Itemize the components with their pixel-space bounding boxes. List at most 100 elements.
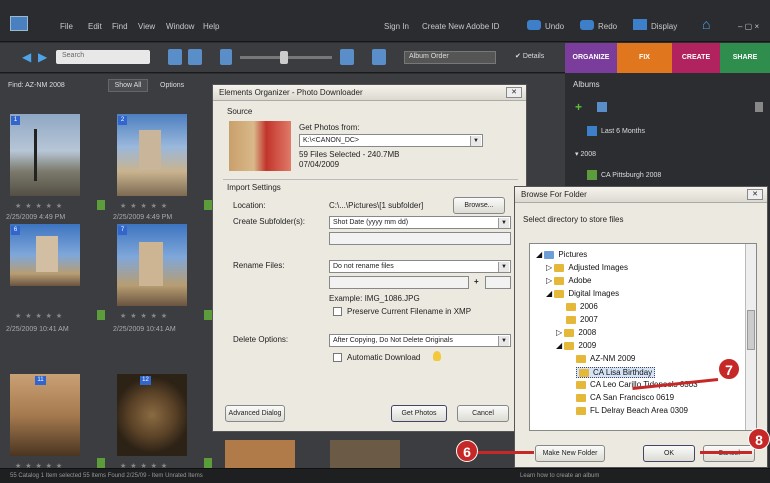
- tree-item-label: CA San Francisco 0619: [590, 393, 675, 402]
- tree-item-selected[interactable]: CA Lisa Birthday: [576, 367, 656, 378]
- details-checkbox[interactable]: ✔ Details: [515, 52, 544, 60]
- preserve-checkbox[interactable]: [333, 307, 342, 316]
- tag-icon: [204, 458, 212, 468]
- scrollbar-thumb[interactable]: [747, 310, 755, 350]
- view-grid-icon[interactable]: [168, 49, 182, 65]
- chevron-down-icon[interactable]: ▼: [498, 262, 509, 272]
- show-all-button[interactable]: Show All: [108, 79, 148, 92]
- album-group-item[interactable]: ▾ 2008: [575, 150, 596, 158]
- tree-item[interactable]: ▷ 2008: [556, 328, 596, 337]
- callout-badge: 7: [718, 358, 740, 380]
- photo-thumbnail[interactable]: [330, 440, 400, 468]
- zoom-slider-handle[interactable]: [280, 51, 288, 64]
- delete-select[interactable]: After Copying, Do Not Delete Originals ▼: [329, 334, 511, 347]
- forward-icon[interactable]: ▶: [38, 50, 47, 64]
- subfolder-select[interactable]: Shot Date (yyyy mm dd) ▼: [329, 216, 511, 229]
- album-item[interactable]: CA Pittsburgh 2008: [587, 170, 661, 180]
- rename-text-field[interactable]: [329, 276, 469, 289]
- redo-button[interactable]: Redo: [598, 22, 617, 31]
- downloader-cancel-button[interactable]: Cancel: [457, 405, 509, 422]
- tree-item[interactable]: FL Delray Beach Area 0309: [576, 406, 688, 415]
- sign-in-link[interactable]: Sign In: [384, 22, 409, 31]
- ok-button[interactable]: OK: [643, 445, 695, 462]
- undo-icon[interactable]: [527, 20, 541, 30]
- tab-organize[interactable]: ORGANIZE: [565, 43, 617, 73]
- search-field[interactable]: Search: [56, 50, 150, 64]
- tree-item[interactable]: AZ-NM 2009: [576, 354, 635, 363]
- rename-select[interactable]: Do not rename files ▼: [329, 260, 511, 273]
- menu-help[interactable]: Help: [203, 22, 219, 31]
- photo-thumbnail[interactable]: [117, 114, 187, 196]
- auto-download-checkbox[interactable]: [333, 353, 342, 362]
- rating-stars[interactable]: ★ ★ ★ ★ ★: [120, 202, 168, 210]
- add-album-icon[interactable]: +: [575, 100, 582, 114]
- large-thumb-icon[interactable]: [340, 49, 354, 65]
- search-input[interactable]: Search: [62, 52, 84, 59]
- create-id-link[interactable]: Create New Adobe ID: [422, 22, 499, 31]
- chevron-down-icon[interactable]: ▼: [498, 218, 509, 228]
- tab-share[interactable]: SHARE: [720, 43, 770, 73]
- tree-item-label: 2006: [580, 302, 598, 311]
- zoom-slider[interactable]: [240, 51, 332, 64]
- tree-item[interactable]: CA San Francisco 0619: [576, 393, 674, 402]
- details-label: Details: [522, 53, 545, 60]
- photo-thumbnail[interactable]: [225, 440, 295, 468]
- photo-thumbnail[interactable]: [10, 374, 80, 456]
- make-new-folder-button[interactable]: Make New Folder: [535, 445, 605, 462]
- rating-stars[interactable]: ★ ★ ★ ★ ★: [15, 202, 63, 210]
- chevron-down-icon[interactable]: ▼: [470, 136, 481, 146]
- tab-create[interactable]: CREATE: [672, 43, 720, 73]
- menu-file[interactable]: File: [60, 22, 73, 31]
- menu-window[interactable]: Window: [166, 22, 194, 31]
- display-icon[interactable]: [633, 19, 647, 30]
- tree-item-label: Adjusted Images: [568, 263, 628, 272]
- tree-item[interactable]: ◢ 2009: [556, 341, 596, 350]
- rating-stars[interactable]: ★ ★ ★ ★ ★: [15, 312, 63, 320]
- photo-thumbnail[interactable]: [117, 224, 187, 306]
- learn-link[interactable]: Learn how to create an album: [520, 473, 599, 479]
- rating-stars[interactable]: ★ ★ ★ ★ ★: [120, 312, 168, 320]
- undo-button[interactable]: Undo: [545, 22, 564, 31]
- tree-item[interactable]: ▷ Adobe: [546, 276, 592, 285]
- browse-button[interactable]: Browse...: [453, 197, 505, 214]
- tab-fix[interactable]: FIX: [617, 43, 672, 73]
- tree-item[interactable]: ◢ Digital Images: [546, 289, 619, 298]
- tree-item[interactable]: 2006: [566, 302, 598, 311]
- tree-item[interactable]: ▷ Adjusted Images: [546, 263, 628, 272]
- options-menu[interactable]: Options: [160, 82, 184, 89]
- folder-tree[interactable]: ◢ Pictures ▷ Adjusted Images ▷ Adobe ◢ D…: [529, 243, 757, 431]
- tree-item[interactable]: ◢ Pictures: [536, 250, 587, 259]
- tree-item[interactable]: 2007: [566, 315, 598, 324]
- chevron-down-icon[interactable]: ▼: [498, 336, 509, 346]
- get-photos-button[interactable]: Get Photos: [391, 405, 447, 422]
- plus-icon: +: [474, 277, 479, 286]
- rename-number-field[interactable]: [485, 276, 511, 289]
- close-icon[interactable]: ✕: [747, 189, 763, 200]
- display-menu[interactable]: Display: [651, 22, 677, 31]
- back-icon[interactable]: ◀: [22, 50, 31, 64]
- album-group-label: 2008: [580, 151, 597, 158]
- home-icon[interactable]: ⌂: [702, 17, 718, 31]
- trash-icon[interactable]: [755, 102, 763, 112]
- window-controls-icon[interactable]: – ▢ ×: [738, 22, 759, 31]
- photo-number-badge: 7: [118, 226, 127, 235]
- redo-icon[interactable]: [580, 20, 594, 30]
- menu-edit[interactable]: Edit: [88, 22, 102, 31]
- single-photo-icon[interactable]: [372, 49, 386, 65]
- subfolder-value: Shot Date (yyyy mm dd): [333, 219, 409, 226]
- menu-view[interactable]: View: [138, 22, 155, 31]
- small-thumb-icon[interactable]: [220, 49, 232, 65]
- edit-album-icon[interactable]: [597, 102, 607, 112]
- album-item[interactable]: Last 6 Months: [587, 126, 645, 136]
- tree-scrollbar[interactable]: [745, 244, 756, 430]
- album-order-select[interactable]: Album Order: [404, 51, 496, 64]
- menu-find[interactable]: Find: [112, 22, 128, 31]
- subfolder-name-field[interactable]: [329, 232, 511, 245]
- advanced-dialog-button[interactable]: Advanced Dialog: [225, 405, 285, 422]
- photo-thumbnail[interactable]: [117, 374, 187, 456]
- close-icon[interactable]: ✕: [506, 87, 522, 98]
- view-details-icon[interactable]: [188, 49, 202, 65]
- photo-thumbnail[interactable]: [10, 224, 80, 286]
- photo-thumbnail[interactable]: [10, 114, 80, 196]
- get-from-select[interactable]: K:\<CANON_DC> ▼: [299, 134, 483, 147]
